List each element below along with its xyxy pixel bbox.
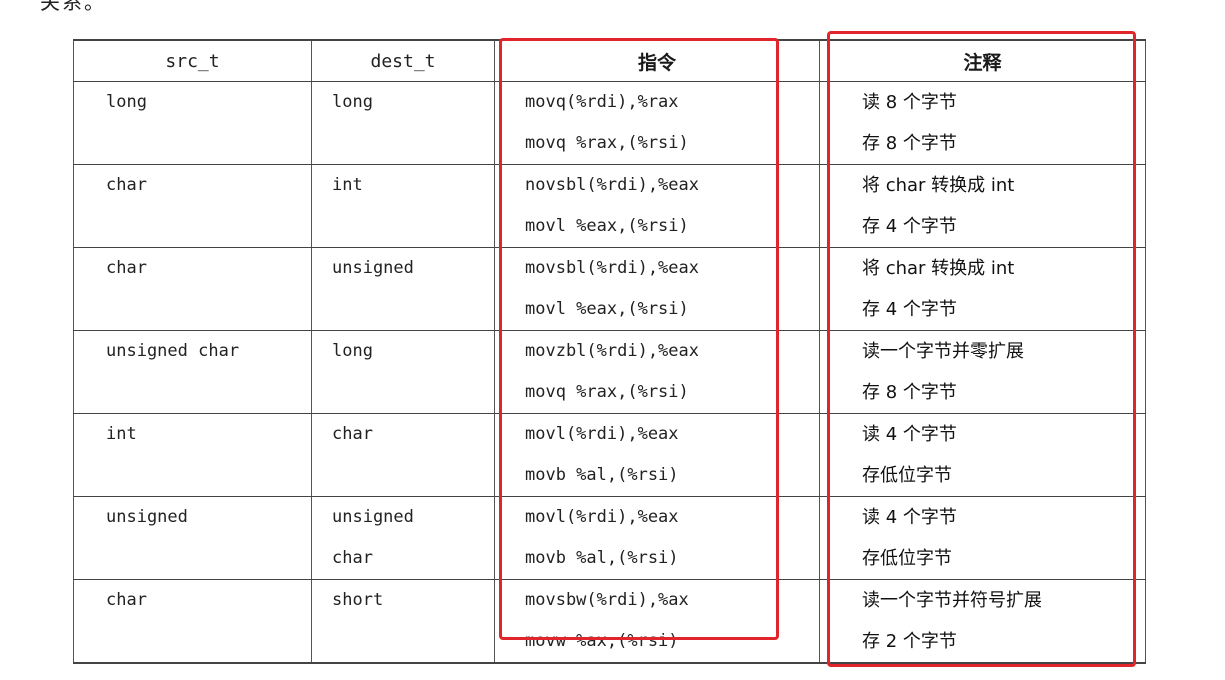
cell-comment-line: 将 char 转换成 int <box>862 258 1015 279</box>
cell-dest-type-line: unsigned <box>332 507 414 527</box>
cell-comment: 将 char 转换成 int 存 4 个字节 <box>819 247 1146 331</box>
cell-src-type-line: int <box>106 424 137 444</box>
cell-src-type-line: unsigned char <box>106 341 240 361</box>
cell-instruction: movsbw(%rdi),%ax movw %ax,(%rsi) <box>494 579 820 664</box>
table-row: char int novsbl(%rdi),%eax movl %eax,(%rsi)… <box>73 164 1146 248</box>
cell-dest-type: short <box>311 579 495 664</box>
header-comment: 注释 <box>819 39 1146 82</box>
cell-src-type: int <box>73 413 312 497</box>
header-instruction: 指令 <box>494 39 820 82</box>
cell-instruction-line: movl(%rdi),%eax <box>525 424 679 444</box>
cell-dest-type-line: long <box>332 341 373 361</box>
cell-comment-line: 存 8 个字节 <box>862 382 957 403</box>
conversion-table: src_t dest_t 指令 注释 long long movq(%rdi),%r… <box>73 39 1146 664</box>
cell-comment: 读 8 个字节存 8 个字节 <box>819 81 1146 165</box>
cell-comment-line: 存 4 个字节 <box>862 299 957 320</box>
table-body: long long movq(%rdi),%rax movq %rax,(%rsi) 读… <box>73 81 1146 664</box>
cell-src-type: unsigned char <box>73 330 312 414</box>
cell-comment: 读 4 个字节 存低位字节 <box>819 496 1146 580</box>
cell-comment-line: 存低位字节 <box>862 465 952 486</box>
cell-src-type: unsigned <box>73 496 312 580</box>
cell-comment: 读 4 个字节 存低位字节 <box>819 413 1146 497</box>
cell-instruction-line: movq %rax,(%rsi) <box>525 382 689 402</box>
cell-instruction-line: movl %eax,(%rsi) <box>525 216 689 236</box>
cell-dest-type: long <box>311 330 495 414</box>
cell-instruction: novsbl(%rdi),%eax movl %eax,(%rsi) <box>494 164 820 248</box>
cell-instruction-line: movsbw(%rdi),%ax <box>525 590 689 610</box>
cell-instruction: movl(%rdi),%eax movb %al,(%rsi) <box>494 413 820 497</box>
cell-src-type: char <box>73 579 312 664</box>
cell-instruction: movq(%rdi),%rax movq %rax,(%rsi) <box>494 81 820 165</box>
cell-instruction-line: movq %rax,(%rsi) <box>525 133 689 153</box>
cell-dest-type-line: short <box>332 590 384 610</box>
cell-dest-type: char <box>311 413 495 497</box>
cell-comment: 将 char 转换成 int 存 4 个字节 <box>819 164 1146 248</box>
table-row: unsigned unsigned char movl(%rdi),%eax movb … <box>73 496 1146 580</box>
cell-instruction-line: novsbl(%rdi),%eax <box>525 175 699 195</box>
cell-dest-type-line: int <box>332 175 363 195</box>
cell-src-type-line: long <box>106 92 147 112</box>
cell-comment-line: 读 4 个字节 <box>862 424 957 445</box>
cell-dest-type: unsigned char <box>311 496 495 580</box>
cell-dest-type-line: char <box>332 424 373 444</box>
table-row: long long movq(%rdi),%rax movq %rax,(%rsi) 读… <box>73 81 1146 165</box>
cell-comment-line: 存 2 个字节 <box>862 631 957 652</box>
header-src-type: src_t <box>73 39 312 82</box>
table-row: char short movsbw(%rdi),%ax movw %ax,(%rsi)… <box>73 579 1146 664</box>
cell-src-type: char <box>73 247 312 331</box>
cell-instruction-line: movb %al,(%rsi) <box>525 548 679 568</box>
cell-dest-type-line: long <box>332 92 373 112</box>
header-dest-type: dest_t <box>311 39 495 82</box>
cell-comment-line: 读一个字节并符号扩展 <box>862 590 1042 611</box>
table-row: int char movl(%rdi),%eax movb %al,(%rsi) 读 4… <box>73 413 1146 497</box>
cell-instruction: movl(%rdi),%eax movb %al,(%rsi) <box>494 496 820 580</box>
cell-instruction-line: movb %al,(%rsi) <box>525 465 679 485</box>
table-row: char unsigned movsbl(%rdi),%eax movl %eax,(… <box>73 247 1146 331</box>
cell-instruction-line: movq(%rdi),%rax <box>525 92 679 112</box>
cell-src-type: char <box>73 164 312 248</box>
cell-comment-line: 读 4 个字节 <box>862 507 957 528</box>
cell-dest-type-line: char <box>332 548 373 568</box>
cell-comment-line: 读一个字节并零扩展 <box>862 341 1024 362</box>
cell-comment-line: 将 char 转换成 int <box>862 175 1015 196</box>
cell-src-type-line: char <box>106 258 147 278</box>
cell-instruction-line: movl(%rdi),%eax <box>525 507 679 527</box>
cell-instruction: movzbl(%rdi),%eax movq %rax,(%rsi) <box>494 330 820 414</box>
cell-comment-line: 存低位字节 <box>862 548 952 569</box>
cell-src-type-line: char <box>106 590 147 610</box>
intro-text: 关系。 <box>40 0 106 14</box>
cell-comment-line: 读 8 个字节 <box>862 92 957 113</box>
cell-comment-line: 存 8 个字节 <box>862 133 957 154</box>
cell-dest-type: long <box>311 81 495 165</box>
cell-instruction-line: movl %eax,(%rsi) <box>525 299 689 319</box>
cell-instruction: movsbl(%rdi),%eax movl %eax,(%rsi) <box>494 247 820 331</box>
cell-comment: 读一个字节并零扩展存 8 个字节 <box>819 330 1146 414</box>
cell-dest-type: unsigned <box>311 247 495 331</box>
cell-src-type-line: unsigned <box>106 507 188 527</box>
cell-instruction-line: movw %ax,(%rsi) <box>525 631 679 651</box>
cell-instruction-line: movzbl(%rdi),%eax <box>525 341 699 361</box>
table-row: unsigned char long movzbl(%rdi),%eax movq %… <box>73 330 1146 414</box>
table-header-row: src_t dest_t 指令 注释 <box>73 39 1146 82</box>
cell-dest-type-line: unsigned <box>332 258 414 278</box>
cell-instruction-line: movsbl(%rdi),%eax <box>525 258 699 278</box>
cell-src-type: long <box>73 81 312 165</box>
cell-dest-type: int <box>311 164 495 248</box>
cell-comment-line: 存 4 个字节 <box>862 216 957 237</box>
cell-comment: 读一个字节并符号扩展存 2 个字节 <box>819 579 1146 664</box>
cell-src-type-line: char <box>106 175 147 195</box>
